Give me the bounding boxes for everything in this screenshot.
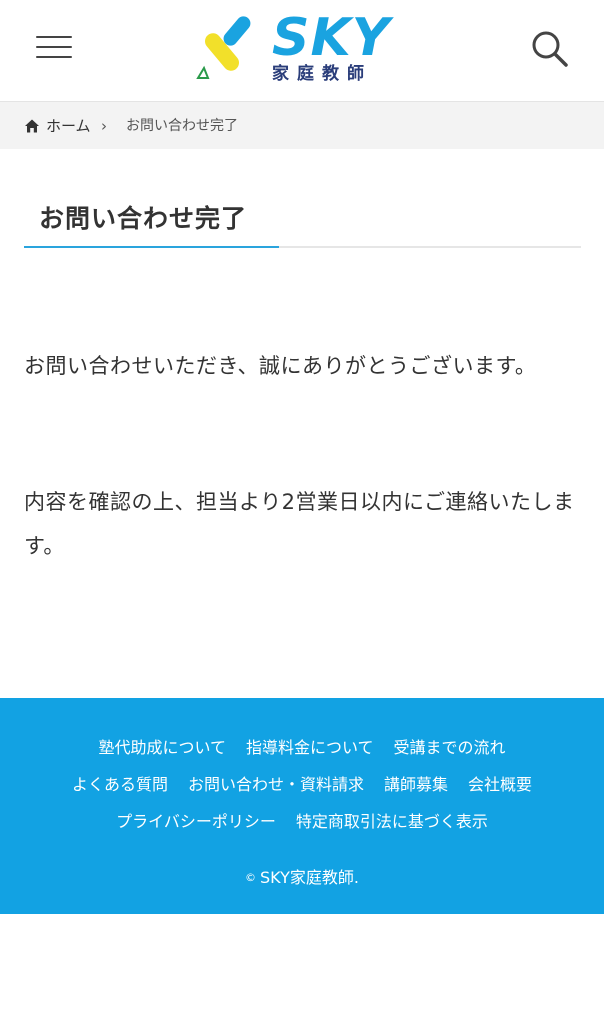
menu-line — [36, 46, 72, 48]
footer-link-flow[interactable]: 受講までの流れ — [394, 736, 506, 760]
copyright: © SKY家庭教師. — [0, 866, 604, 890]
breadcrumb-current: お問い合わせ完了 — [126, 118, 238, 134]
footer-link-pricing[interactable]: 指導料金について — [246, 736, 374, 760]
home-icon — [25, 119, 39, 133]
copyright-text: SKY家庭教師. — [260, 868, 359, 887]
footer-link-tokushoho[interactable]: 特定商取引法に基づく表示 — [296, 810, 488, 834]
breadcrumb: ホーム › お問い合わせ完了 — [0, 101, 604, 149]
thank-you-message: お問い合わせいただき、誠にありがとうございます。 — [24, 354, 537, 378]
footer-links-row: 塾代助成について 指導料金について 受講までの流れ — [0, 736, 604, 760]
footer-link-recruit[interactable]: 講師募集 — [384, 773, 448, 797]
logo-mark-icon — [196, 16, 251, 79]
chevron-right-icon: › — [101, 117, 107, 135]
footer-links-row: よくある質問 お問い合わせ・資料請求 講師募集 会社概要 — [0, 773, 604, 797]
breadcrumb-home-label: ホーム — [46, 117, 91, 135]
site-footer: 塾代助成について 指導料金について 受講までの流れ よくある質問 お問い合わせ・… — [0, 698, 604, 914]
menu-line — [36, 56, 72, 58]
footer-link-faq[interactable]: よくある質問 — [72, 773, 168, 797]
logo-subtitle: 家庭教師 — [272, 64, 372, 84]
footer-link-contact[interactable]: お問い合わせ・資料請求 — [188, 773, 364, 797]
page-title: お問い合わせ完了 — [39, 204, 248, 233]
footer-link-privacy[interactable]: プライバシーポリシー — [116, 810, 276, 834]
site-logo[interactable]: SKY 家庭教師 — [192, 8, 416, 88]
follow-up-message: 内容を確認の上、担当より2営業日以内にご連絡いたします。 — [24, 490, 575, 558]
title-underline-accent — [24, 246, 279, 248]
footer-links-row: プライバシーポリシー 特定商取引法に基づく表示 — [0, 810, 604, 834]
logo-text: SKY — [272, 8, 391, 68]
site-header: SKY 家庭教師 — [0, 0, 604, 101]
search-icon[interactable] — [526, 26, 572, 72]
menu-line — [36, 36, 72, 38]
footer-link-subsidy[interactable]: 塾代助成について — [98, 736, 226, 760]
copyright-symbol: © — [245, 871, 257, 884]
hamburger-menu-icon[interactable] — [30, 30, 78, 64]
footer-link-company[interactable]: 会社概要 — [468, 773, 532, 797]
breadcrumb-home-link[interactable]: ホーム — [24, 116, 91, 136]
